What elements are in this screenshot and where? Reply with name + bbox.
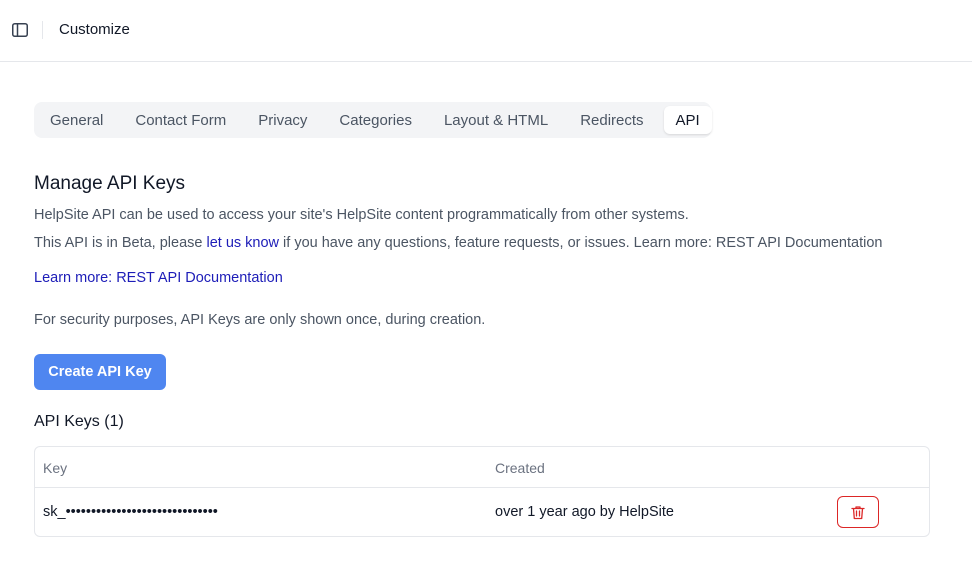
create-api-key-button[interactable]: Create API Key [34, 354, 166, 390]
let-us-know-link[interactable]: let us know [206, 235, 279, 251]
section-title: Manage API Keys [34, 173, 186, 194]
tab-privacy[interactable]: Privacy [246, 106, 319, 134]
beta-notice-prefix: This API is in Beta, please [34, 235, 207, 251]
table-header: Key Created [35, 447, 929, 488]
tab-categories[interactable]: Categories [327, 106, 424, 134]
tab-general[interactable]: General [38, 106, 115, 134]
tab-redirects[interactable]: Redirects [568, 106, 655, 134]
tab-contact-form[interactable]: Contact Form [123, 106, 238, 134]
security-note: For security purposes, API Keys are only… [34, 312, 486, 328]
column-header-key: Key [43, 460, 68, 476]
trash-icon [851, 505, 865, 519]
header-divider [42, 21, 43, 39]
api-description: HelpSite API can be used to access your … [34, 207, 689, 223]
tab-layout-html[interactable]: Layout & HTML [432, 106, 560, 134]
beta-notice: This API is in Beta, please let us know … [34, 235, 882, 251]
delete-key-button[interactable] [837, 496, 879, 528]
sidebar-toggle-button[interactable] [10, 20, 30, 40]
settings-tabs: General Contact Form Privacy Categories … [34, 102, 712, 138]
page-title: Customize [59, 21, 130, 38]
api-keys-heading: API Keys (1) [34, 413, 124, 430]
beta-notice-suffix: if you have any questions, feature reque… [279, 235, 883, 251]
docs-link[interactable]: Learn more: REST API Documentation [34, 270, 283, 286]
api-key-value: sk_•••••••••••••••••••••••••••••• [43, 504, 218, 520]
api-keys-table: Key Created sk_•••••••••••••••••••••••••… [34, 446, 930, 537]
created-value: over 1 year ago by HelpSite [495, 504, 674, 520]
top-bar: Customize [0, 0, 972, 62]
column-header-created: Created [495, 460, 545, 476]
sidebar-panel-icon [12, 23, 28, 37]
tab-api[interactable]: API [663, 106, 712, 134]
